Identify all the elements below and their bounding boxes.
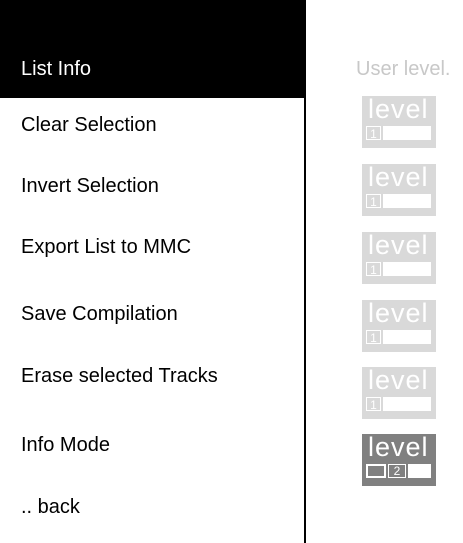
menu-item-export-list[interactable]: Export List to MMC: [0, 226, 304, 268]
user-level-header: User level.: [356, 58, 451, 80]
level-badge-word: level: [368, 162, 429, 192]
menu-item-clear-selection[interactable]: Clear Selection: [0, 104, 304, 146]
menu-item-back[interactable]: .. back: [0, 486, 304, 528]
level-badge-bar: [383, 330, 431, 344]
level-badge-bar: [383, 194, 431, 208]
menu-panel: List Info Clear Selection Invert Selecti…: [0, 0, 306, 543]
level-badge-number: 1: [366, 397, 381, 412]
level-badge-number: 1: [366, 126, 381, 141]
menu-header-selected[interactable]: List Info: [0, 0, 306, 98]
level-badge: level 1: [362, 300, 436, 352]
level-badge-word: level: [368, 365, 429, 395]
level-badge-word: level: [368, 432, 429, 462]
menu-item-label: Save Compilation: [21, 303, 178, 325]
level-badge-word: level: [368, 298, 429, 328]
level-badge: level 1: [362, 96, 436, 148]
level-badge-number: 1: [366, 262, 381, 277]
menu-item-label: Info Mode: [21, 434, 110, 456]
level-badge: level 1: [362, 232, 436, 284]
level-badge-number: 1: [366, 330, 381, 345]
level-badge-word: level: [368, 230, 429, 260]
level-badge-bar: [408, 464, 431, 478]
menu-header-label: List Info: [21, 58, 92, 80]
level-badge-active: level 2: [362, 434, 436, 486]
level-badge-block-inner: [368, 466, 384, 476]
menu-item-label: Export List to MMC: [21, 236, 192, 258]
level-badge-number: 1: [366, 194, 381, 209]
level-badge: level 1: [362, 367, 436, 419]
level-badge-bar: [383, 397, 431, 411]
level-badge-word: level: [368, 94, 429, 124]
menu-item-label: .. back: [21, 496, 80, 518]
menu-item-erase-tracks[interactable]: Erase selected Tracks: [0, 355, 304, 397]
menu-item-label: Invert Selection: [21, 175, 159, 197]
level-badge-number: 2: [388, 464, 406, 478]
level-badge-bar: [383, 126, 431, 140]
level-badge-bar: [383, 262, 431, 276]
level-badge: level 1: [362, 164, 436, 216]
menu-item-info-mode[interactable]: Info Mode: [0, 424, 304, 466]
menu-item-label: Erase selected Tracks: [21, 365, 218, 387]
menu-item-label: Clear Selection: [21, 114, 157, 136]
menu-item-invert-selection[interactable]: Invert Selection: [0, 165, 304, 207]
menu-item-save-compilation[interactable]: Save Compilation: [0, 293, 304, 335]
